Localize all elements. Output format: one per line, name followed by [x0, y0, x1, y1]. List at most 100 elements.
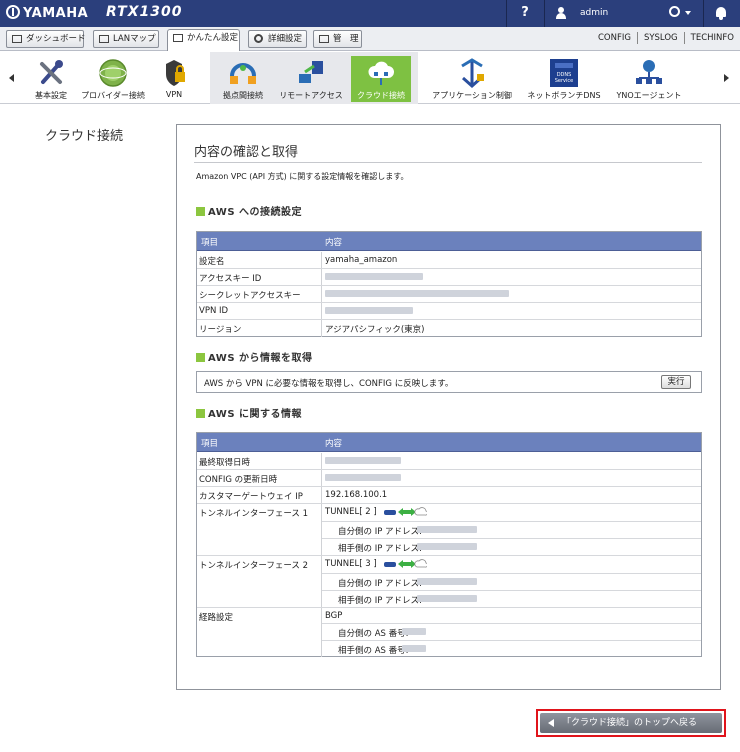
execute-button[interactable]: 実行 [661, 375, 691, 389]
toolbar-item-remote-access[interactable]: リモートアクセス [276, 56, 346, 102]
table-row: シークレットアクセスキー [197, 286, 701, 303]
back-button-highlight: 「クラウド接続」のトップへ戻る [536, 709, 726, 737]
masked-value [325, 457, 401, 464]
remote-access-icon [299, 61, 323, 83]
row-key: CONFIG の更新日時 [199, 475, 278, 485]
config-link[interactable]: CONFIG [592, 32, 637, 44]
page-title: クラウド接続 [45, 129, 124, 144]
toolbar-item-vpn[interactable]: VPN [152, 56, 196, 102]
site-to-site-icon [230, 63, 256, 84]
toolbar-item-netvolante-dns[interactable]: ネットボランチDNS DDNS Service [524, 56, 604, 102]
sub-row: 自分側の AS 番号: [322, 623, 701, 640]
globe-icon [99, 59, 127, 87]
toolbar-label: 拠点間接続 [223, 91, 263, 100]
section-heading-text: AWS への接続設定 [208, 207, 303, 218]
masked-value [417, 595, 477, 602]
toolbar-label: YNOエージェント [616, 91, 682, 100]
sub-row-label: 自分側の IP アドレス: [338, 579, 422, 589]
tab-management[interactable]: 管 理 [313, 30, 362, 48]
column-header-content: 内容 [325, 238, 343, 248]
toolbar-item-cloud-connect[interactable]: クラウド接続 [351, 56, 411, 102]
scroll-right-icon[interactable] [724, 74, 729, 82]
section-heading-text: AWS に関する情報 [208, 409, 303, 420]
tab-dashboard[interactable]: ダッシュボード [6, 30, 86, 48]
yamaha-tuning-fork-icon [6, 5, 20, 19]
toolbar-item-yno-agent[interactable]: YNOエージェント [612, 56, 686, 102]
sub-row-label: 自分側の AS 番号: [338, 629, 409, 639]
tunnel-link-icon [384, 559, 427, 568]
toolbar-item-provider[interactable]: プロバイダー接続 [78, 56, 148, 102]
section-heading-aws-settings: AWS への接続設定 [196, 203, 302, 218]
toolbar-item-app-control[interactable]: アプリケーション制御 [428, 56, 516, 102]
help-button[interactable]: ? [518, 5, 532, 20]
sub-row: 相手側の IP アドレス: [322, 538, 701, 556]
sub-row-label: 相手側の IP アドレス: [338, 544, 422, 554]
row-key: 最終取得日時 [199, 458, 251, 468]
panel-title: 内容の確認と取得 [194, 145, 299, 160]
table-header: 項目 内容 [197, 433, 701, 452]
back-arrow-icon [548, 719, 554, 727]
section-heading-aws-info: AWS に関する情報 [196, 405, 302, 420]
brand-text: YAMAHA [23, 6, 89, 21]
row-value: yamaha_amazon [325, 255, 398, 265]
toolbar-label: プロバイダー接続 [81, 91, 145, 100]
masked-value [325, 290, 509, 297]
section-marker-icon [196, 353, 205, 362]
toolbar-item-basic-settings[interactable]: 基本設定 [28, 56, 74, 102]
fetch-description: AWS から VPN に必要な情報を取得し、CONFIG に反映します。 [204, 379, 454, 389]
table-row: トンネルインターフェース 2 TUNNEL[ 3 ] 自分側の IP アドレス:… [197, 556, 701, 608]
row-key: 経路設定 [199, 613, 234, 623]
tab-lanmap[interactable]: LANマップ [93, 30, 159, 48]
tab-label: 詳細設定 [268, 34, 303, 44]
chevron-down-icon[interactable] [685, 11, 691, 15]
masked-value [417, 526, 477, 533]
yamaha-logo: YAMAHA [6, 5, 88, 21]
table-row: 最終取得日時 [197, 453, 701, 470]
techinfo-link[interactable]: TECHINFO [683, 32, 740, 44]
gear-icon [254, 34, 263, 43]
title-divider [194, 162, 702, 163]
back-button-label: 「クラウド接続」のトップへ戻る [562, 718, 698, 728]
tab-advanced-settings[interactable]: 詳細設定 [248, 30, 307, 48]
column-header-item: 項目 [201, 439, 219, 449]
row-value: アジアパシフィック(東京) [325, 325, 425, 335]
row-key: リージョン [199, 325, 242, 335]
vpn-lock-icon [166, 60, 185, 86]
syslog-link[interactable]: SYSLOG [636, 32, 684, 44]
toolbar-label: クラウド接続 [357, 91, 405, 100]
toolbar-item-site-to-site[interactable]: 拠点間接続 [218, 56, 268, 102]
top-header: YAMAHA RTX1300 ? admin [0, 0, 740, 27]
bell-icon[interactable] [715, 6, 727, 20]
masked-value [417, 578, 477, 585]
row-key: VPN ID [199, 306, 229, 316]
tunnel-link-icon [384, 507, 427, 516]
user-icon[interactable] [556, 7, 566, 19]
table-row: VPN ID [197, 303, 701, 320]
tools-icon [40, 60, 63, 84]
toolbar-label: 基本設定 [35, 91, 67, 100]
user-name[interactable]: admin [580, 8, 608, 18]
sub-row: 相手側の IP アドレス: [322, 590, 701, 608]
row-value: BGP [325, 611, 343, 621]
row-key: アクセスキー ID [199, 274, 262, 284]
right-links: CONFIG SYSLOG TECHINFO [592, 32, 740, 44]
aws-fetch-box: AWS から VPN に必要な情報を取得し、CONFIG に反映します。 実行 [196, 371, 702, 393]
panel-description: Amazon VPC (API 方式) に関する設定情報を確認します。 [196, 172, 409, 181]
header-divider [506, 0, 507, 27]
table-row: アクセスキー ID [197, 269, 701, 286]
status-ring-icon[interactable] [669, 6, 680, 17]
toolbar-label: アプリケーション制御 [432, 91, 512, 100]
tab-easy-setup[interactable]: かんたん設定 [167, 29, 240, 51]
scroll-left-icon[interactable] [9, 74, 14, 82]
masked-value [402, 645, 426, 652]
back-to-cloud-top-button[interactable]: 「クラウド接続」のトップへ戻る [540, 713, 722, 733]
table-row: カスタマーゲートウェイ IP 192.168.100.1 [197, 487, 701, 504]
sub-row-label: 相手側の IP アドレス: [338, 596, 422, 606]
row-key: 設定名 [199, 257, 225, 267]
table-row: CONFIG の更新日時 [197, 470, 701, 487]
table-row: 経路設定 BGP 自分側の AS 番号: 相手側の AS 番号: [197, 608, 701, 657]
column-header-content: 内容 [325, 439, 343, 449]
table-header: 項目 内容 [197, 232, 701, 251]
table-row: リージョン アジアパシフィック(東京) [197, 320, 701, 337]
masked-value [402, 628, 426, 635]
